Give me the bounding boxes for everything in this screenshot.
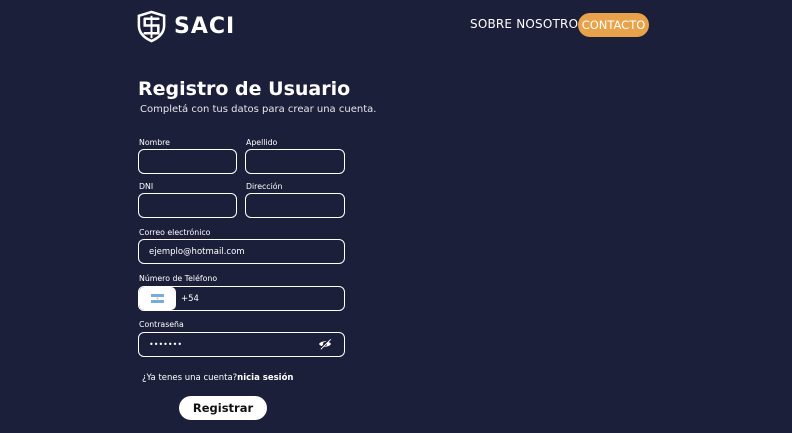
page-title: Registro de Usuario — [138, 78, 351, 100]
page-subtitle: Completá con tus datos para crear una cu… — [140, 104, 377, 115]
phone-label: Número de Teléfono — [139, 274, 218, 283]
email-field[interactable] — [138, 239, 345, 264]
shield-logo-icon — [137, 10, 166, 43]
dni-label: DNI — [139, 182, 154, 191]
contact-button[interactable]: CONTACTO — [578, 13, 649, 37]
apellido-field[interactable] — [245, 149, 345, 174]
nombre-field[interactable] — [138, 149, 237, 174]
password-field[interactable] — [139, 333, 329, 356]
direccion-field[interactable] — [245, 193, 345, 218]
direccion-label: Dirección — [246, 182, 283, 191]
country-selector[interactable] — [139, 287, 176, 310]
apellido-label: Apellido — [246, 138, 278, 147]
phone-field-group — [138, 286, 345, 311]
password-field-group — [138, 332, 345, 357]
site-header: SACI SOBRE NOSOTROS CONTACTO — [0, 0, 792, 52]
login-prompt: ¿Ya tenes una cuenta?nicia sesión — [142, 373, 293, 383]
nombre-label: Nombre — [139, 138, 170, 147]
eye-slash-icon[interactable] — [318, 338, 332, 350]
brand-logo[interactable]: SACI — [135, 10, 235, 43]
password-label: Contraseña — [139, 320, 184, 329]
email-label: Correo electrónico — [139, 228, 211, 237]
login-prompt-text: ¿Ya tenes una cuenta? — [142, 373, 238, 383]
phone-field[interactable] — [179, 287, 343, 310]
login-link[interactable]: nicia sesión — [237, 373, 293, 383]
argentina-flag-icon — [151, 294, 164, 303]
register-button[interactable]: Registrar — [179, 396, 267, 420]
nav-link-about[interactable]: SOBRE NOSOTROS — [470, 17, 586, 31]
dni-field[interactable] — [138, 193, 237, 218]
brand-name: SACI — [174, 14, 236, 39]
